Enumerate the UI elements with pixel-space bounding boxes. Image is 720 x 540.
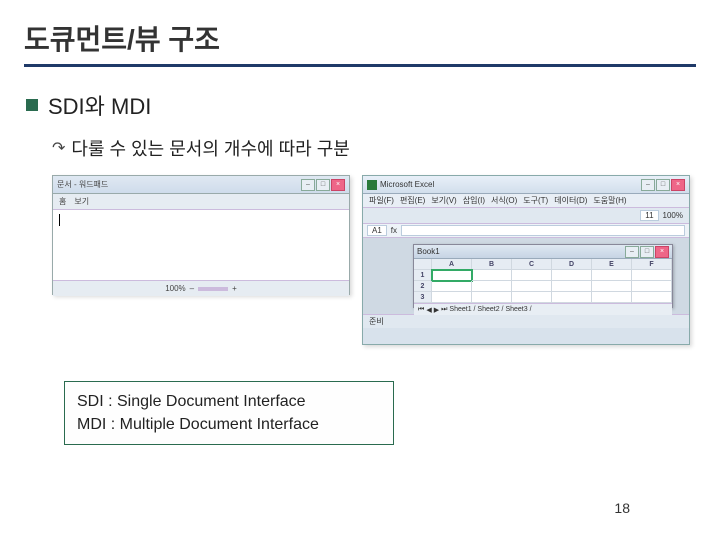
close-icon[interactable]: × (671, 179, 685, 191)
cell[interactable] (512, 270, 552, 281)
section-heading: SDI와 MDI (48, 89, 151, 121)
window-controls: – □ × (625, 246, 669, 258)
sdi-document-area[interactable] (53, 210, 349, 280)
definition-box: SDI : Single Document Interface MDI : Mu… (64, 381, 394, 445)
tab-nav-next-icon[interactable]: ▶ (434, 306, 439, 314)
formula-bar: A1 fx (363, 224, 689, 238)
tab-nav-first-icon[interactable]: ⏮ (418, 306, 424, 314)
sheet-tabs: ⏮ ◀ ▶ ⏭ Sheet1 / Sheet2 / Sheet3 / (414, 303, 672, 315)
ribbon-tab-view[interactable]: 보기 (74, 196, 89, 207)
menu-help[interactable]: 도움말(H) (593, 195, 626, 206)
col-header[interactable]: C (512, 259, 552, 270)
tab-nav-last-icon[interactable]: ⏭ (441, 306, 447, 314)
col-header[interactable]: F (632, 259, 672, 270)
window-controls: – □ × (301, 179, 345, 191)
col-header[interactable]: B (472, 259, 512, 270)
arrow-bullet-icon: ↷ (52, 138, 65, 158)
mdi-menubar: 파일(F) 편집(E) 보기(V) 삽입(I) 서식(O) 도구(T) 데이터(… (363, 194, 689, 208)
child-doc-title: Book1 (417, 247, 440, 256)
sdi-titlebar: 문서 - 워드패드 – □ × (53, 176, 349, 194)
cell[interactable] (552, 281, 592, 292)
close-icon[interactable]: × (331, 179, 345, 191)
sdi-definition: SDI : Single Document Interface (77, 390, 381, 413)
subsection-level2: ↷ 다룰 수 있는 문서의 개수에 따라 구분 (52, 135, 696, 161)
slide-title: 도큐먼트/뷰 구조 (24, 18, 696, 64)
maximize-icon[interactable]: □ (316, 179, 330, 191)
zoom-combo[interactable]: 100% (663, 211, 683, 220)
name-box[interactable]: A1 (367, 225, 387, 236)
menu-insert[interactable]: 삽입(I) (463, 195, 485, 206)
minimize-icon[interactable]: – (641, 179, 655, 191)
ribbon-tab-home[interactable]: 홈 (59, 196, 66, 207)
zoom-out-icon[interactable]: – (190, 284, 194, 293)
menu-data[interactable]: 데이터(D) (554, 195, 587, 206)
fx-icon[interactable]: fx (391, 226, 397, 235)
col-header[interactable]: E (592, 259, 632, 270)
menu-tools[interactable]: 도구(T) (523, 195, 548, 206)
spreadsheet-grid[interactable]: A B C D E F 1 2 3 (414, 259, 672, 303)
child-titlebar: Book1 – □ × (414, 245, 672, 259)
sdi-window-title: 문서 - 워드패드 (57, 179, 108, 190)
formula-input[interactable] (401, 225, 685, 236)
window-controls: – □ × (641, 179, 685, 191)
page-number: 18 (614, 500, 630, 516)
zoom-slider[interactable] (198, 287, 228, 291)
row-header[interactable]: 1 (414, 270, 432, 281)
cell[interactable] (632, 270, 672, 281)
cell[interactable] (632, 292, 672, 303)
cell[interactable] (432, 292, 472, 303)
font-size-box[interactable]: 11 (640, 210, 658, 221)
minimize-icon[interactable]: – (625, 246, 639, 258)
mdi-client-area: Book1 – □ × A B C D E F 1 (363, 238, 689, 314)
row-header[interactable]: 3 (414, 292, 432, 303)
tab-nav-prev-icon[interactable]: ◀ (426, 306, 431, 314)
cell[interactable] (432, 281, 472, 292)
mdi-statusbar: 준비 (363, 314, 689, 328)
select-all-corner[interactable] (414, 259, 432, 270)
section-level1: SDI와 MDI (26, 89, 696, 121)
cell[interactable] (552, 270, 592, 281)
cell[interactable] (632, 281, 672, 292)
mdi-definition: MDI : Multiple Document Interface (77, 413, 381, 436)
maximize-icon[interactable]: □ (640, 246, 654, 258)
mdi-child-window[interactable]: Book1 – □ × A B C D E F 1 (413, 244, 673, 308)
menu-format[interactable]: 서식(O) (491, 195, 517, 206)
cell[interactable] (472, 270, 512, 281)
menu-edit[interactable]: 편집(E) (400, 195, 425, 206)
maximize-icon[interactable]: □ (656, 179, 670, 191)
text-cursor-icon (59, 214, 60, 226)
minimize-icon[interactable]: – (301, 179, 315, 191)
close-icon[interactable]: × (655, 246, 669, 258)
zoom-in-icon[interactable]: + (232, 284, 237, 293)
col-header[interactable]: D (552, 259, 592, 270)
subsection-text: 다룰 수 있는 문서의 개수에 따라 구분 (71, 135, 349, 161)
menu-file[interactable]: 파일(F) (369, 195, 394, 206)
row-header[interactable]: 2 (414, 281, 432, 292)
mdi-titlebar: Microsoft Excel – □ × (363, 176, 689, 194)
zoom-level-label: 100% (165, 284, 185, 293)
cell[interactable] (472, 281, 512, 292)
excel-app-icon (367, 180, 377, 190)
title-underline (24, 64, 696, 67)
mdi-toolbar: 11 100% (363, 208, 689, 224)
cell[interactable] (472, 292, 512, 303)
sdi-statusbar: 100% – + (53, 280, 349, 296)
menu-view[interactable]: 보기(V) (431, 195, 456, 206)
cell[interactable] (552, 292, 592, 303)
square-bullet-icon (26, 99, 38, 111)
cell[interactable] (592, 281, 632, 292)
sdi-ribbon-tabs: 홈 보기 (53, 194, 349, 210)
cell[interactable] (512, 281, 552, 292)
cell[interactable] (512, 292, 552, 303)
sheet-tab-list[interactable]: Sheet1 / Sheet2 / Sheet3 / (449, 306, 531, 313)
mdi-example-window: Microsoft Excel – □ × 파일(F) 편집(E) 보기(V) … (362, 175, 690, 345)
sdi-example-window: 문서 - 워드패드 – □ × 홈 보기 100% – + (52, 175, 350, 295)
cell[interactable] (592, 292, 632, 303)
cell[interactable] (592, 270, 632, 281)
cell-a1[interactable] (432, 270, 472, 281)
mdi-app-title: Microsoft Excel (380, 180, 434, 189)
col-header[interactable]: A (432, 259, 472, 270)
example-screenshots-row: 문서 - 워드패드 – □ × 홈 보기 100% – + Microsoft … (52, 175, 696, 345)
status-text: 준비 (369, 316, 384, 327)
